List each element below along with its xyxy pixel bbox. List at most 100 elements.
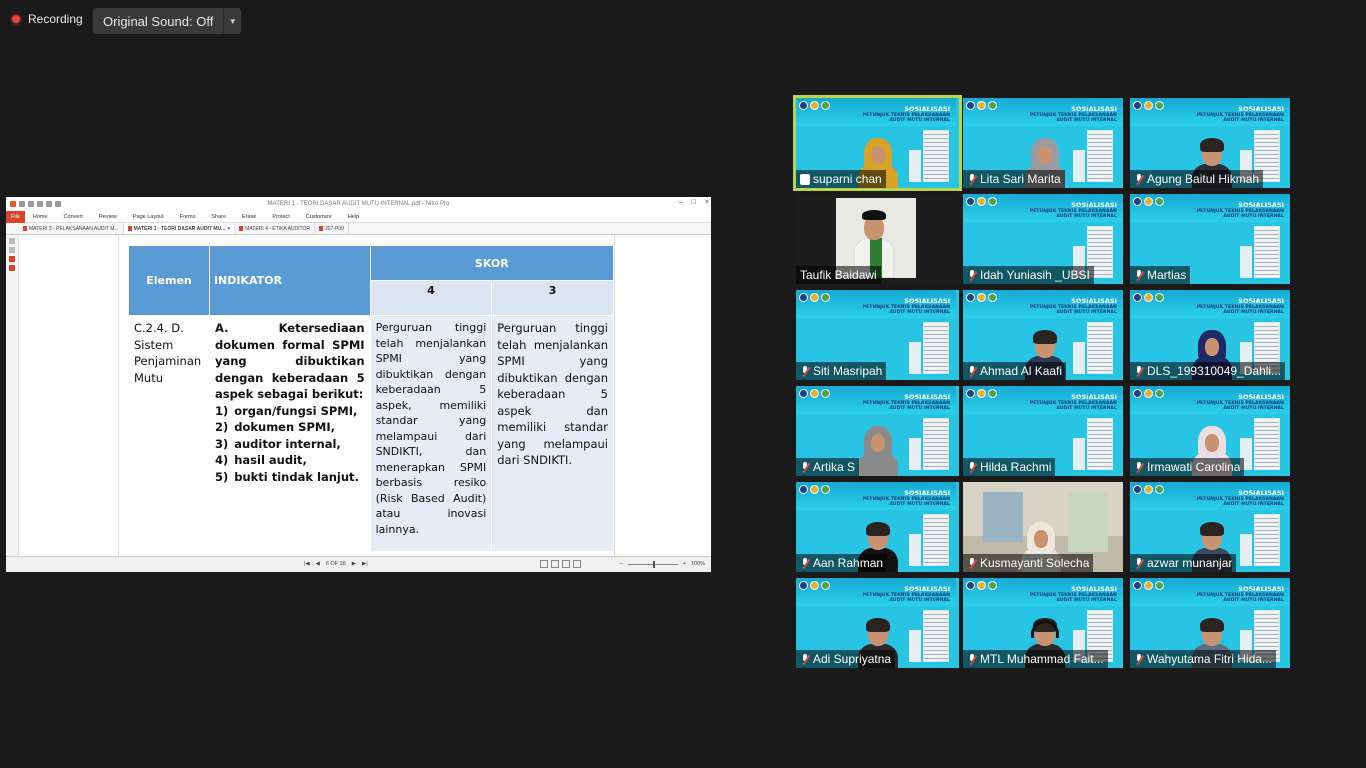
- participant-name: suparni chan: [813, 172, 882, 186]
- participant-name-label: Idah Yuniasih _UBSI: [963, 266, 1094, 284]
- participant-name: DLS_199310049_Dahli...: [1147, 364, 1282, 378]
- prev-page-icon[interactable]: ◀: [316, 561, 320, 567]
- menu-convert[interactable]: Convert: [56, 214, 91, 220]
- menu-file[interactable]: File: [6, 210, 25, 223]
- logos: [799, 581, 830, 590]
- tab-materi-4[interactable]: MATERI 4 - ETIKA AUDITOR: [235, 223, 315, 234]
- logos: [799, 389, 830, 398]
- first-page-icon[interactable]: |◀: [304, 561, 310, 567]
- menu-page-layout[interactable]: Page Layout: [125, 214, 172, 220]
- last-page-icon[interactable]: ▶|: [362, 561, 368, 567]
- participant-tile[interactable]: SOSIALISASI PETUNJUK TEKNIS PELAKSANAAN AU…: [963, 290, 1123, 380]
- participant-name-label: suparni chan: [796, 170, 886, 188]
- chevron-down-icon[interactable]: ▼: [223, 8, 242, 34]
- col-skor: SKOR: [369, 245, 615, 281]
- participant-name: azwar munanjar: [1147, 556, 1233, 570]
- participant-tile[interactable]: SOSIALISASI PETUNJUK TEKNIS PELAKSANAAN AU…: [963, 98, 1123, 188]
- logos: [966, 293, 997, 302]
- participant-tile[interactable]: SOSIALISASI PETUNJUK TEKNIS PELAKSANAAN AU…: [1130, 98, 1290, 188]
- participant-tile[interactable]: SOSIALISASI PETUNJUK TEKNIS PELAKSANAAN AU…: [963, 578, 1123, 668]
- menu-review[interactable]: Review: [91, 214, 125, 220]
- mic-muted-icon: [1134, 557, 1144, 569]
- menu-home[interactable]: Home: [25, 214, 56, 220]
- original-sound-button[interactable]: Original Sound: Off: [93, 8, 224, 34]
- logos: [799, 101, 830, 110]
- page-indicator[interactable]: 6 OF 28: [326, 561, 346, 567]
- bookmarks-icon[interactable]: [9, 247, 15, 253]
- recording-indicator[interactable]: Recording: [10, 12, 83, 26]
- zoom-in-icon[interactable]: +: [683, 561, 686, 567]
- next-page-icon[interactable]: ▶: [352, 561, 356, 567]
- pdf-icon: [318, 226, 323, 231]
- participant-tile[interactable]: SOSIALISASI PETUNJUK TEKNIS PELAKSANAAN AU…: [793, 95, 962, 191]
- participant-tile[interactable]: SOSIALISASI PETUNJUK TEKNIS PELAKSANAAN AU…: [963, 194, 1123, 284]
- skor-3-header: 3: [491, 280, 614, 316]
- menu-erase[interactable]: Erase: [234, 214, 264, 220]
- mic-muted-icon: [800, 557, 810, 569]
- view-modes: [540, 560, 581, 568]
- comments-icon[interactable]: [9, 265, 15, 271]
- tab-materi-3[interactable]: MATERI 3 - PELAKSANAAN AUDIT M...: [19, 223, 124, 234]
- tab-207-p09[interactable]: 207-P09: [315, 223, 349, 234]
- participant-name-label: Aan Rahman: [796, 554, 888, 572]
- mic-muted-icon: [800, 461, 810, 473]
- minimize-icon[interactable]: –: [679, 199, 683, 206]
- skor-3-cell: Perguruan tinggi telah menjalankan SPMI …: [491, 315, 614, 552]
- single-page-view-icon[interactable]: [540, 560, 548, 568]
- participant-tile[interactable]: SOSIALISASI PETUNJUK TEKNIS PELAKSANAAN AU…: [796, 290, 959, 380]
- logos: [1133, 101, 1164, 110]
- banner-text: SOSIALISASI PETUNJUK TEKNIS PELAKSANAAN AU…: [1196, 201, 1284, 219]
- zoom-slider[interactable]: [627, 560, 678, 568]
- close-icon[interactable]: ×: [705, 199, 709, 206]
- logos: [1133, 581, 1164, 590]
- indikator-list: 1) organ/fungsi SPMI, 2) dokumen SPMI, 3) a…: [215, 403, 365, 486]
- participant-tile[interactable]: SOSIALISASI PETUNJUK TEKNIS PELAKSANAAN AU…: [796, 386, 959, 476]
- maximize-icon[interactable]: □: [692, 199, 696, 206]
- grid-view-icon[interactable]: [573, 560, 581, 568]
- participant-tile[interactable]: Kusmayanti Solecha: [963, 482, 1123, 572]
- document-tabs: MATERI 3 - PELAKSANAAN AUDIT M... MATERI…: [6, 223, 711, 235]
- menu-customize[interactable]: Customize: [298, 214, 340, 220]
- participant-name: Adi Supriyatna: [813, 652, 892, 666]
- mic-muted-icon: [967, 557, 977, 569]
- original-sound-control: Original Sound: Off ▼: [93, 8, 242, 34]
- shared-screen-nitro-window: MATERI 1 - TEORI DASAR AUDIT MUTU INTERN…: [6, 197, 711, 572]
- participant-tile[interactable]: SOSIALISASI PETUNJUK TEKNIS PELAKSANAAN AU…: [1130, 194, 1290, 284]
- participant-tile[interactable]: SOSIALISASI PETUNJUK TEKNIS PELAKSANAAN AU…: [796, 482, 959, 572]
- menu-share[interactable]: Share: [203, 214, 234, 220]
- logos: [799, 485, 830, 494]
- close-tab-icon[interactable]: ×: [227, 226, 230, 232]
- participant-tile[interactable]: SOSIALISASI PETUNJUK TEKNIS PELAKSANAAN AU…: [1130, 482, 1290, 572]
- page-navigation: |◀ ◀ 6 OF 28 ▶ ▶|: [304, 561, 368, 567]
- document-view[interactable]: Elemen INDIKATOR SKOR 4 3 C.2.4. D. Sist…: [19, 235, 711, 556]
- list-item: 1) organ/fungsi SPMI,: [214, 403, 358, 418]
- building-image: [1087, 322, 1113, 374]
- participant-name: Artika S: [813, 460, 856, 474]
- mic-muted-icon: [1134, 365, 1144, 377]
- menu-help[interactable]: Help: [340, 214, 367, 220]
- continuous-view-icon[interactable]: [551, 560, 559, 568]
- participant-tile[interactable]: SOSIALISASI PETUNJUK TEKNIS PELAKSANAAN AU…: [1130, 386, 1290, 476]
- participant-name-label: DLS_199310049_Dahli...: [1130, 362, 1286, 380]
- zoom-out-icon[interactable]: −: [619, 561, 622, 567]
- banner-text: SOSIALISASI PETUNJUK TEKNIS PELAKSANAAN AU…: [862, 489, 950, 507]
- facing-view-icon[interactable]: [562, 560, 570, 568]
- participant-name-label: Taufik Baidawi: [796, 266, 881, 284]
- banner-text: SOSIALISASI PETUNJUK TEKNIS PELAKSANAAN AU…: [1196, 297, 1284, 315]
- participant-name-label: Martias: [1130, 266, 1191, 284]
- participant-tile[interactable]: SOSIALISASI PETUNJUK TEKNIS PELAKSANAAN AU…: [1130, 290, 1290, 380]
- participant-tile[interactable]: SOSIALISASI PETUNJUK TEKNIS PELAKSANAAN AU…: [963, 386, 1123, 476]
- nitro-titlebar: MATERI 1 - TEORI DASAR AUDIT MUTU INTERN…: [6, 197, 711, 211]
- tab-materi-1[interactable]: MATERI 1 - TEORI DASAR AUDIT MU... ×: [123, 223, 236, 234]
- banner-text: SOSIALISASI PETUNJUK TEKNIS PELAKSANAAN AU…: [1029, 585, 1117, 603]
- participant-tile[interactable]: Taufik Baidawi: [796, 194, 959, 284]
- participant-tile[interactable]: SOSIALISASI PETUNJUK TEKNIS PELAKSANAAN AU…: [1130, 578, 1290, 668]
- participant-tile[interactable]: SOSIALISASI PETUNJUK TEKNIS PELAKSANAAN AU…: [796, 578, 959, 668]
- logos: [799, 293, 830, 302]
- attachments-icon[interactable]: [9, 256, 15, 262]
- building-image: [923, 418, 949, 470]
- menu-forms[interactable]: Forms: [172, 214, 204, 220]
- skor-table: Elemen INDIKATOR SKOR 4 3 C.2.4. D. Sist…: [128, 245, 615, 552]
- pages-icon[interactable]: [9, 238, 15, 244]
- menu-protect[interactable]: Protect: [264, 214, 297, 220]
